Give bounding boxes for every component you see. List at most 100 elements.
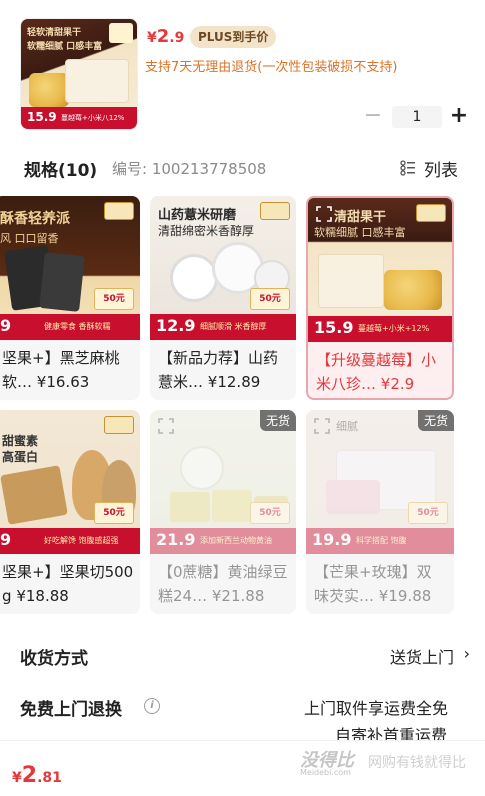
package-image [318, 254, 384, 308]
variant-image-tag: 科学搭配 饱腹 [356, 536, 407, 545]
variant-name: 坚果+】坚果切500g ¥18.88 [2, 560, 134, 608]
variant-image-price: 9 [0, 530, 12, 549]
price-dec: .9 [169, 30, 185, 46]
variant-image-tag: 蔓越莓+小米+12% [358, 324, 430, 333]
watermark: 没得比 Meidebi.com 网购有钱就得比 [300, 742, 480, 782]
spec-title: 规格(10) [24, 161, 98, 181]
price-currency: ¥ [147, 30, 157, 46]
return-policy-text: 支持7天无理由退货(一次性包装破损不支持) [145, 60, 398, 75]
thumb-tag: 蔓越莓+小米八12% [61, 114, 125, 122]
thumb-line2: 软糯细腻 口感丰富 [27, 42, 103, 52]
thumb-line1: 轻软清甜果干 [27, 28, 82, 38]
cake-image [326, 480, 380, 514]
coupon-badge: 50元 [408, 502, 448, 524]
variant-image-price: 9 [0, 316, 12, 335]
variant-image-line1: 清甜果干 [334, 210, 387, 225]
out-of-stock-badge: 无货 [259, 410, 296, 431]
out-of-stock-badge: 无货 [417, 410, 454, 431]
variant-image-line1: 酥香轻养派 [0, 211, 70, 227]
variant-image-bar: 12.9 细腻顺滑 米香醇厚 [150, 314, 296, 340]
plate-image [180, 446, 224, 490]
cake-image [212, 490, 252, 522]
zoom-icon[interactable] [314, 418, 330, 434]
free-return-row: 免费上门退换 i 上门取件享运费全免 [20, 693, 470, 720]
variant-image-price: 12.9 [156, 316, 196, 335]
brand-logo [260, 202, 290, 220]
variant-card[interactable]: 酥香轻养派 风 口口留香 50元 9 健康零食 香酥软糯 坚果+】黑芝麻桃软… … [0, 196, 140, 400]
coupon-badge: 50元 [94, 288, 134, 310]
zoom-icon[interactable] [158, 418, 174, 434]
list-view-label: 列表 [424, 161, 458, 181]
variant-price: ¥19.88 [378, 587, 432, 605]
variant-price: ¥16.63 [36, 373, 90, 391]
variant-image-tag: 添加新西兰动物黄油 [200, 536, 272, 545]
thumb-price-bar: 15.9 蔓越莓+小米八12% [21, 107, 137, 129]
variant-image: 清甜果干 软糯细腻 口感丰富 15.9 蔓越莓+小米+12% [308, 198, 452, 342]
variant-image: 甜蜜素 高蛋白 50元 9 好吃解馋 饱腹感超强 [0, 410, 140, 554]
variant-grid: 酥香轻养派 风 口口留香 50元 9 健康零食 香酥软糯 坚果+】黑芝麻桃软… … [0, 190, 485, 620]
variant-image-price: 15.9 [314, 318, 354, 337]
quantity-input[interactable]: 1 [392, 106, 442, 128]
variant-image-tag: 细腻顺滑 米香醇厚 [200, 322, 267, 331]
variant-card-selected[interactable]: 清甜果干 软糯细腻 口感丰富 15.9 蔓越莓+小米+12% 【升级蔓越莓】小米… [306, 196, 454, 400]
increase-button[interactable]: + [448, 104, 470, 130]
total-int: 2 [21, 763, 38, 788]
total-currency: ¥ [12, 770, 22, 786]
quantity-stepper: − 1 + [362, 104, 472, 130]
cake-image [170, 492, 210, 522]
variant-image: 山药薏米研磨 清甜绵密米香醇厚 50元 12.9 细腻顺滑 米香醇厚 [150, 196, 296, 340]
decrease-button[interactable]: − [362, 104, 384, 130]
watermark-slogan: 网购有钱就得比 [368, 755, 466, 771]
cake-image [29, 73, 69, 107]
variant-name: 【新品力荐】山药薏米… ¥12.89 [158, 346, 290, 394]
zoom-icon[interactable] [316, 206, 332, 222]
free-return-label: 免费上门退换 [20, 700, 122, 720]
spec-header: 规格(10) 编号: 100213778508 列表 [20, 156, 470, 181]
variant-image-line1: 甜蜜素 [2, 434, 39, 448]
package-image [65, 59, 129, 103]
variant-image: 细腻 50元 19.9 科学搭配 饱腹 [306, 410, 454, 554]
variant-card-out-of-stock[interactable]: 50元 21.9 添加新西兰动物黄油 无货 【0蔗糖】黄油绿豆糕24… ¥21.… [150, 410, 296, 614]
variant-image: 酥香轻养派 风 口口留香 50元 9 健康零食 香酥软糯 [0, 196, 140, 340]
list-view-icon [400, 160, 415, 176]
variant-image: 50元 21.9 添加新西兰动物黄油 [150, 410, 296, 554]
brand-logo [109, 23, 133, 43]
sesame-bar-image [39, 252, 85, 312]
total-price: ¥2.81 [12, 763, 62, 788]
price-int: 2 [156, 26, 170, 47]
variant-card[interactable]: 山药薏米研磨 清甜绵密米香醇厚 50元 12.9 细腻顺滑 米香醇厚 【新品力荐… [150, 196, 296, 400]
info-icon[interactable]: i [144, 698, 160, 714]
variant-price: ¥12.89 [207, 373, 261, 391]
variant-name: 【芒果+玫瑰】双味芡实… ¥19.88 [314, 560, 446, 608]
variant-price: ¥18.88 [16, 587, 69, 605]
variant-title: 【升级蔓越莓】小米八珍… [316, 351, 437, 393]
coupon-badge: 50元 [94, 502, 134, 524]
variant-image-tag: 好吃解馋 饱腹感超强 [44, 536, 119, 545]
total-dec: .81 [37, 770, 62, 786]
variant-price: ¥2.9 [380, 375, 415, 393]
brand-logo [104, 202, 134, 220]
product-code: 编号: 100213778508 [112, 160, 267, 178]
coupon-badge: 50元 [250, 502, 290, 524]
list-view-toggle[interactable]: 列表 [400, 156, 470, 181]
product-thumbnail[interactable]: 轻软清甜果干 软糯细腻 口感丰富 15.9 蔓越莓+小米八12% [20, 18, 138, 130]
delivery-method-row[interactable]: 收货方式 送货上门 › [20, 642, 470, 669]
variant-image-bar: 15.9 蔓越莓+小米+12% [308, 316, 452, 342]
variant-image-line2: 清甜绵密米香醇厚 [158, 224, 255, 238]
variant-price: ¥21.88 [211, 587, 265, 605]
watermark-sub: Meidebi.com [300, 768, 351, 777]
chevron-right-icon: › [463, 644, 470, 663]
delivery-method-label: 收货方式 [20, 649, 88, 669]
brand-logo [416, 204, 446, 222]
product-header: 轻软清甜果干 软糯细腻 口感丰富 15.9 蔓越莓+小米八12% ¥2.9 PL… [0, 0, 485, 140]
variant-image-line2: 高蛋白 [2, 450, 39, 464]
variant-card-out-of-stock[interactable]: 细腻 50元 19.9 科学搭配 饱腹 无货 【芒果+玫瑰】双味芡实… ¥19.… [306, 410, 454, 614]
variant-image-line1: 细腻 [336, 420, 358, 433]
variant-name: 【0蔗糖】黄油绿豆糕24… ¥21.88 [158, 560, 290, 608]
coupon-badge: 50元 [250, 288, 290, 310]
variant-image-price: 19.9 [312, 530, 352, 549]
variant-name: 坚果+】黑芝麻桃软… ¥16.63 [2, 346, 134, 394]
variant-card[interactable]: 甜蜜素 高蛋白 50元 9 好吃解馋 饱腹感超强 坚果+】坚果切500g ¥18… [0, 410, 140, 614]
variant-image-bar: 9 健康零食 香酥软糯 [0, 314, 140, 340]
variant-image-bar: 21.9 添加新西兰动物黄油 [150, 528, 296, 554]
